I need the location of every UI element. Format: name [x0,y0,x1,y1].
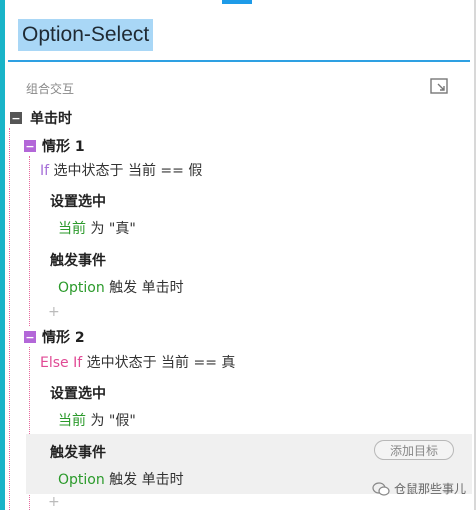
left-edge-rail [0,0,5,510]
action-target: 当前 [58,413,86,429]
case-collapse-toggle-icon[interactable]: − [24,331,36,343]
widget-name-text: Option-Select [18,19,154,51]
event-row-onclick[interactable]: − 单击时 [10,109,72,127]
action-title[interactable]: 设置选中 [50,383,106,403]
case-condition[interactable]: If 选中状态于 当前 == 假 [40,160,202,180]
add-action-button[interactable]: + [48,304,60,320]
case-row-2[interactable]: − 情形 2 [24,328,85,346]
action-detail[interactable]: 当前 为 "真" [58,218,136,238]
case-row-1[interactable]: − 情形 1 [24,137,85,155]
add-target-button[interactable]: 添加目标 [374,440,454,460]
action-title[interactable]: 触发事件 [50,442,106,462]
action-target: 当前 [58,221,86,237]
event-label: 单击时 [30,111,72,127]
open-interaction-editor-icon[interactable] [430,78,450,96]
action-detail-text: 触发 单击时 [104,280,184,296]
watermark: 仓鼠那些事儿 [372,480,466,497]
action-title[interactable]: 触发事件 [50,250,106,270]
action-target: Option [58,472,105,488]
condition-text: 选中状态于 当前 == 假 [53,163,203,179]
title-underline [8,60,470,62]
action-detail-text: 为 "假" [86,413,136,429]
condition-keyword: Else If [40,355,83,371]
active-tab-indicator [222,0,252,4]
wechat-icon [372,481,390,496]
action-detail[interactable]: Option 触发 单击时 [58,469,184,489]
case-label: 情形 1 [42,139,85,155]
case-label: 情形 2 [42,330,85,346]
action-detail-text: 为 "真" [86,221,136,237]
action-target: Option [58,280,105,296]
case-tree-line [29,156,30,326]
action-title[interactable]: 设置选中 [50,191,106,211]
case-collapse-toggle-icon[interactable]: − [24,140,36,152]
action-detail-text: 触发 单击时 [104,472,184,488]
watermark-text: 仓鼠那些事儿 [394,482,467,496]
event-tree-line [9,128,10,510]
condition-text: 选中状态于 当前 == 真 [86,355,236,371]
add-action-button[interactable]: + [48,494,60,510]
collapse-toggle-icon[interactable]: − [10,112,22,124]
condition-keyword: If [40,163,50,179]
action-detail[interactable]: Option 触发 单击时 [58,277,184,297]
case-condition[interactable]: Else If 选中状态于 当前 == 真 [40,352,235,372]
section-label: 组合交互 [26,82,75,96]
action-detail[interactable]: 当前 为 "假" [58,410,136,430]
widget-name-field[interactable]: Option-Select [18,18,154,52]
